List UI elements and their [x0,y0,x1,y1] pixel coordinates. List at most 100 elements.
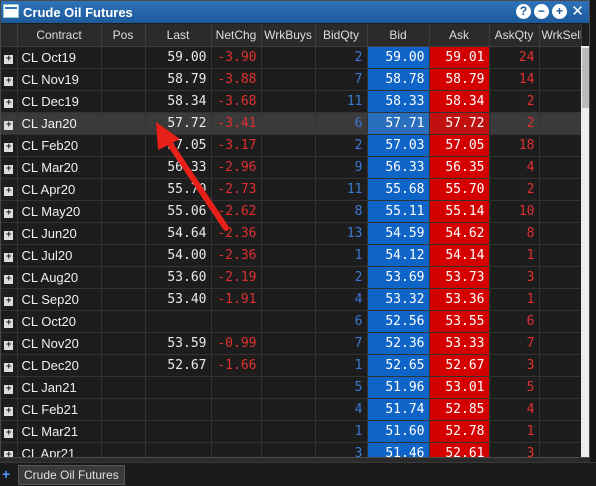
workspace-tab-crude-oil-futures[interactable]: Crude Oil Futures [18,465,125,485]
cell-pos[interactable] [101,288,146,311]
col-header-ask[interactable]: Ask [429,24,490,47]
table-row[interactable]: + CL Jan21 5 51.96 53.01 5 [1,376,582,399]
col-header-wrkbuys[interactable]: WrkBuys [261,24,316,47]
cell-bid[interactable]: 51.60 [367,420,430,443]
row-expand-button[interactable]: + [1,266,18,289]
col-header-contract[interactable]: Contract [17,24,102,47]
expand-plus-icon[interactable]: + [4,187,14,196]
cell-bidqty[interactable]: 5 [315,376,368,399]
cell-pos[interactable] [101,266,146,289]
row-expand-button[interactable]: + [1,200,18,223]
vertical-scrollbar[interactable] [581,46,589,457]
cell-askqty[interactable]: 7 [489,332,540,355]
table-row[interactable]: + CL Dec20 52.67 -1.66 1 52.65 52.67 3 [1,354,582,377]
cell-wrkbuys[interactable] [261,244,316,267]
cell-bidqty[interactable]: 11 [315,90,368,113]
cell-askqty[interactable]: 3 [489,442,540,457]
cell-pos[interactable] [101,332,146,355]
cell-wrksells[interactable] [539,332,582,355]
cell-bidqty[interactable]: 2 [315,266,368,289]
expand-plus-icon[interactable]: + [4,363,14,372]
expand-plus-icon[interactable]: + [4,451,14,457]
cell-pos[interactable] [101,156,146,179]
col-header-pos[interactable]: Pos [101,24,146,47]
cell-askqty[interactable]: 18 [489,134,540,157]
table-row[interactable]: + CL Jan20 57.72 -3.41 6 57.71 57.72 2 [1,112,582,135]
cell-wrksells[interactable] [539,288,582,311]
cell-pos[interactable] [101,420,146,443]
cell-wrkbuys[interactable] [261,134,316,157]
row-expand-button[interactable]: + [1,90,18,113]
cell-wrksells[interactable] [539,68,582,91]
cell-wrkbuys[interactable] [261,90,316,113]
cell-wrksells[interactable] [539,156,582,179]
row-expand-button[interactable]: + [1,398,18,421]
close-icon[interactable]: ✕ [570,4,585,19]
cell-bid[interactable]: 59.00 [367,46,430,69]
row-expand-button[interactable]: + [1,68,18,91]
cell-bid[interactable]: 52.36 [367,332,430,355]
add-tab-icon[interactable]: + [2,467,14,481]
cell-ask[interactable]: 54.62 [429,222,490,245]
row-expand-button[interactable]: + [1,46,18,69]
cell-wrkbuys[interactable] [261,288,316,311]
cell-bid[interactable]: 51.96 [367,376,430,399]
col-header-netchg[interactable]: NetChg [211,24,262,47]
cell-wrkbuys[interactable] [261,266,316,289]
table-row[interactable]: + CL Apr20 55.70 -2.73 11 55.68 55.70 2 [1,178,582,201]
cell-pos[interactable] [101,398,146,421]
cell-askqty[interactable]: 14 [489,68,540,91]
expand-plus-icon[interactable]: + [4,165,14,174]
table-row[interactable]: + CL May20 55.06 -2.62 8 55.11 55.14 10 [1,200,582,223]
cell-bid[interactable]: 51.46 [367,442,430,457]
row-expand-button[interactable]: + [1,244,18,267]
row-expand-button[interactable]: + [1,288,18,311]
cell-wrkbuys[interactable] [261,112,316,135]
expand-plus-icon[interactable]: + [4,297,14,306]
cell-bidqty[interactable]: 7 [315,68,368,91]
row-expand-button[interactable]: + [1,222,18,245]
cell-askqty[interactable]: 2 [489,178,540,201]
cell-pos[interactable] [101,310,146,333]
cell-wrksells[interactable] [539,244,582,267]
minimize-icon[interactable]: − [534,4,549,19]
cell-pos[interactable] [101,376,146,399]
cell-wrksells[interactable] [539,178,582,201]
cell-bidqty[interactable]: 6 [315,112,368,135]
cell-ask[interactable]: 52.78 [429,420,490,443]
expand-plus-icon[interactable]: + [4,55,14,64]
cell-wrkbuys[interactable] [261,310,316,333]
cell-bidqty[interactable]: 7 [315,332,368,355]
cell-wrkbuys[interactable] [261,332,316,355]
add-icon[interactable]: + [552,4,567,19]
cell-wrkbuys[interactable] [261,178,316,201]
cell-bidqty[interactable]: 8 [315,200,368,223]
cell-wrksells[interactable] [539,354,582,377]
col-header-expand[interactable] [1,24,18,47]
cell-askqty[interactable]: 10 [489,200,540,223]
cell-pos[interactable] [101,112,146,135]
cell-pos[interactable] [101,200,146,223]
cell-bidqty[interactable]: 2 [315,46,368,69]
expand-plus-icon[interactable]: + [4,341,14,350]
col-header-bidqty[interactable]: BidQty [315,24,368,47]
cell-pos[interactable] [101,222,146,245]
col-header-wrksells[interactable]: WrkSells [539,24,582,47]
table-row[interactable]: + CL Feb20 57.05 -3.17 2 57.03 57.05 18 [1,134,582,157]
cell-bidqty[interactable]: 4 [315,288,368,311]
cell-ask[interactable]: 53.36 [429,288,490,311]
row-expand-button[interactable]: + [1,376,18,399]
cell-pos[interactable] [101,178,146,201]
row-expand-button[interactable]: + [1,420,18,443]
cell-wrksells[interactable] [539,134,582,157]
row-expand-button[interactable]: + [1,112,18,135]
expand-plus-icon[interactable]: + [4,253,14,262]
row-expand-button[interactable]: + [1,442,18,457]
cell-askqty[interactable]: 1 [489,288,540,311]
cell-askqty[interactable]: 2 [489,90,540,113]
cell-bid[interactable]: 58.33 [367,90,430,113]
cell-wrksells[interactable] [539,420,582,443]
cell-bidqty[interactable]: 1 [315,244,368,267]
cell-bidqty[interactable]: 6 [315,310,368,333]
table-row[interactable]: + CL Nov20 53.59 -0.99 7 52.36 53.33 7 [1,332,582,355]
